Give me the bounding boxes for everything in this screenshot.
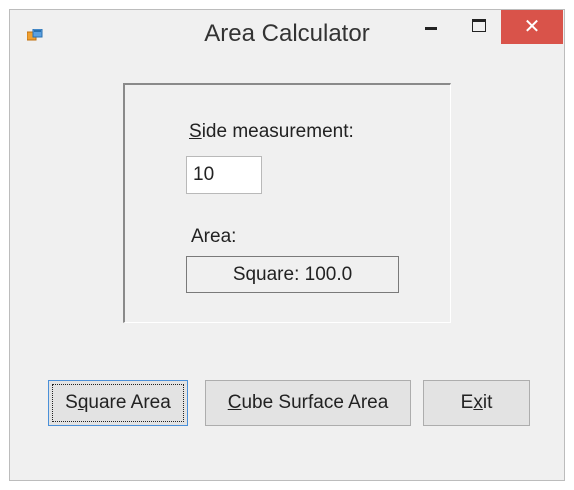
title-bar[interactable]: Area Calculator ✕ [10, 10, 564, 58]
cube-surface-area-button-label: Cube Surface Area [227, 392, 389, 413]
close-button[interactable]: ✕ [501, 10, 563, 44]
cube-surface-area-button[interactable]: Cube Surface Area [205, 380, 411, 426]
area-result-display: Square: 100.0 [186, 256, 399, 293]
side-measurement-input[interactable] [186, 156, 262, 194]
maximize-icon [472, 18, 486, 32]
exit-button[interactable]: Exit [423, 380, 530, 426]
exit-button-label: Exit [460, 392, 493, 413]
close-icon: ✕ [523, 16, 541, 38]
side-measurement-label: Side measurement: [189, 121, 354, 142]
minimize-icon [425, 26, 437, 30]
minimize-button[interactable] [414, 10, 448, 40]
area-label: Area: [191, 226, 237, 247]
square-area-button[interactable]: Square Area [48, 380, 188, 426]
maximize-button[interactable] [462, 10, 496, 40]
focus-rectangle [52, 384, 184, 422]
